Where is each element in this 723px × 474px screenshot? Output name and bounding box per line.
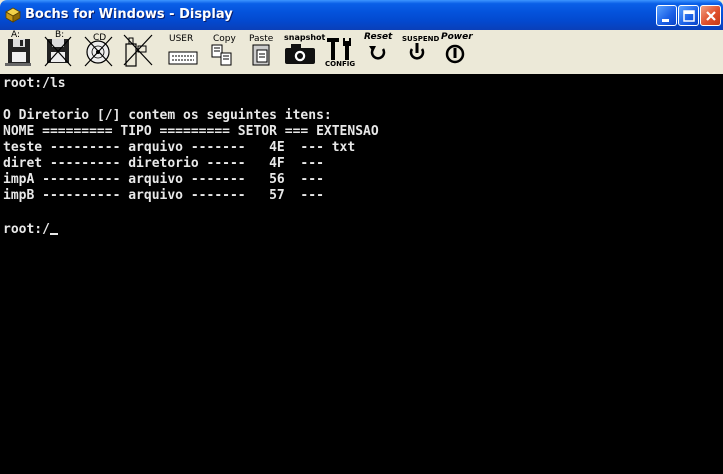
maximize-button[interactable] <box>678 5 699 26</box>
window-title: Bochs for Windows - Display <box>25 7 233 22</box>
floppy-b-button[interactable]: B: <box>43 30 73 70</box>
minimize-icon <box>662 19 669 22</box>
console-line: teste --------- arquivo ------- 4E --- t… <box>3 140 356 155</box>
copy-label: Copy <box>213 34 236 44</box>
user-button[interactable]: USER <box>168 32 198 70</box>
floppy-a-label: A: <box>11 30 21 40</box>
suspend-button[interactable]: SUSPEND <box>401 32 440 70</box>
user-label: USER <box>169 34 194 44</box>
paste-button[interactable]: Paste <box>248 32 276 70</box>
reset-label: Reset <box>364 32 393 42</box>
close-icon <box>706 11 716 21</box>
copy-button[interactable]: Copy <box>209 32 237 70</box>
close-button[interactable] <box>700 5 721 26</box>
console-line: NOME ========= TIPO ========= SETOR === … <box>3 124 379 139</box>
title-bar[interactable]: Bochs for Windows - Display <box>0 0 723 30</box>
cdrom-label: CD <box>93 33 107 43</box>
floppy-a-button[interactable]: A: <box>4 30 32 70</box>
toolbar: A: B: CD USER Copy Paste snapshot CONFIG… <box>0 30 723 74</box>
console-text: root:/ls O Diretorio [/] contem os segui… <box>3 76 379 238</box>
power-button[interactable]: Power <box>440 32 474 70</box>
bochs-app-icon[interactable] <box>5 7 21 23</box>
power-label: Power <box>441 32 473 42</box>
config-label: CONFIG <box>325 60 356 68</box>
reset-button[interactable]: Reset <box>363 32 395 70</box>
usb-disabled-icon <box>123 34 153 67</box>
config-button[interactable]: CONFIG <box>325 32 357 70</box>
snapshot-button[interactable]: snapshot <box>283 32 325 70</box>
floppy-b-label: B: <box>55 30 65 40</box>
text-cursor <box>49 220 58 235</box>
console-line: impB ---------- arquivo ------- 57 --- <box>3 188 324 203</box>
paste-label: Paste <box>249 34 274 44</box>
cdrom-button[interactable]: CD <box>82 32 114 70</box>
console-prompt: root:/ <box>3 222 50 237</box>
minimize-button[interactable] <box>656 5 677 26</box>
console-line: root:/ls <box>3 76 66 91</box>
maximize-icon <box>683 10 695 22</box>
console-line: diret --------- diretorio ----- 4F --- <box>3 156 324 171</box>
usb-button[interactable] <box>121 32 153 70</box>
console-line: impA ---------- arquivo ------- 56 --- <box>3 172 324 187</box>
suspend-label: SUSPEND <box>402 35 440 43</box>
console-display[interactable]: root:/ls O Diretorio [/] contem os segui… <box>0 74 723 474</box>
console-line: O Diretorio [/] contem os seguintes iten… <box>3 108 332 123</box>
bochs-window: Bochs for Windows - Display A: B: CD USE… <box>0 0 723 474</box>
snapshot-label: snapshot <box>284 33 326 42</box>
